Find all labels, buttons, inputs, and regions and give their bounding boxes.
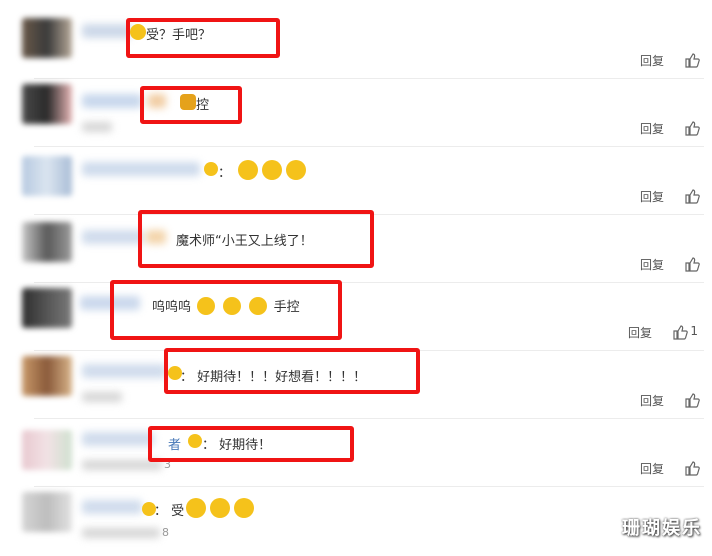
comment-row: 控 回复	[0, 80, 712, 148]
reply-button[interactable]: 回复	[628, 324, 652, 341]
screaming-face-emoji-icon	[286, 160, 306, 180]
thumbs-up-icon[interactable]	[684, 52, 700, 68]
thumbs-up-icon[interactable]	[684, 188, 700, 204]
highlight-box	[164, 348, 420, 394]
highlight-box	[148, 426, 354, 462]
username[interactable]	[82, 94, 142, 108]
comment-row: 呜呜呜 手控 回复 1	[0, 284, 712, 352]
divider	[34, 78, 704, 79]
username[interactable]	[82, 162, 200, 176]
comment-text: ： 受	[154, 504, 185, 519]
username[interactable]	[82, 364, 166, 378]
avatar[interactable]	[22, 492, 72, 532]
timestamp	[82, 528, 160, 538]
grinning-face-emoji-icon	[210, 498, 230, 518]
highlight-box	[140, 86, 242, 124]
grinning-face-emoji-icon	[234, 498, 254, 518]
timestamp-fragment: 8	[162, 526, 169, 539]
watermark: 珊瑚娱乐	[622, 518, 702, 539]
highlight-box	[126, 18, 280, 58]
comment-row: 受？手吧？ 回复	[0, 0, 712, 68]
avatar[interactable]	[22, 430, 72, 470]
avatar[interactable]	[22, 222, 72, 262]
comment-row: 者 ： 好期待！ 3 回复	[0, 420, 712, 488]
timestamp	[82, 392, 122, 402]
comment-text: ：	[218, 166, 232, 181]
avatar[interactable]	[22, 288, 72, 328]
reply-button[interactable]: 回复	[640, 256, 664, 273]
highlight-box	[110, 280, 342, 340]
avatar[interactable]	[22, 356, 72, 396]
thumbs-up-icon[interactable]	[684, 256, 700, 272]
timestamp	[82, 122, 112, 132]
heart-eyes-emoji-icon	[204, 162, 218, 176]
comment-row: ： 受 8	[0, 488, 712, 556]
reply-button[interactable]: 回复	[640, 392, 664, 409]
divider	[34, 486, 704, 487]
thumbs-up-icon[interactable]	[684, 120, 700, 136]
thumbs-up-icon[interactable]	[684, 392, 700, 408]
reply-button[interactable]: 回复	[640, 52, 664, 69]
username[interactable]	[82, 24, 132, 38]
username[interactable]	[82, 432, 154, 446]
username[interactable]	[82, 500, 142, 514]
thumbs-up-icon[interactable]	[684, 460, 700, 476]
grinning-face-emoji-icon	[186, 498, 206, 518]
divider	[34, 146, 704, 147]
reply-button[interactable]: 回复	[640, 188, 664, 205]
avatar[interactable]	[22, 84, 72, 124]
screaming-face-emoji-icon	[238, 160, 258, 180]
avatar[interactable]	[22, 18, 72, 58]
comment-row: ： 回复	[0, 148, 712, 216]
thumbs-up-icon[interactable]	[672, 324, 688, 340]
like-count: 1	[690, 324, 698, 338]
highlight-box	[138, 210, 374, 268]
reply-button[interactable]: 回复	[640, 460, 664, 477]
divider	[34, 418, 704, 419]
screaming-face-emoji-icon	[262, 160, 282, 180]
username[interactable]	[82, 230, 144, 244]
avatar[interactable]	[22, 156, 72, 196]
reply-button[interactable]: 回复	[640, 120, 664, 137]
